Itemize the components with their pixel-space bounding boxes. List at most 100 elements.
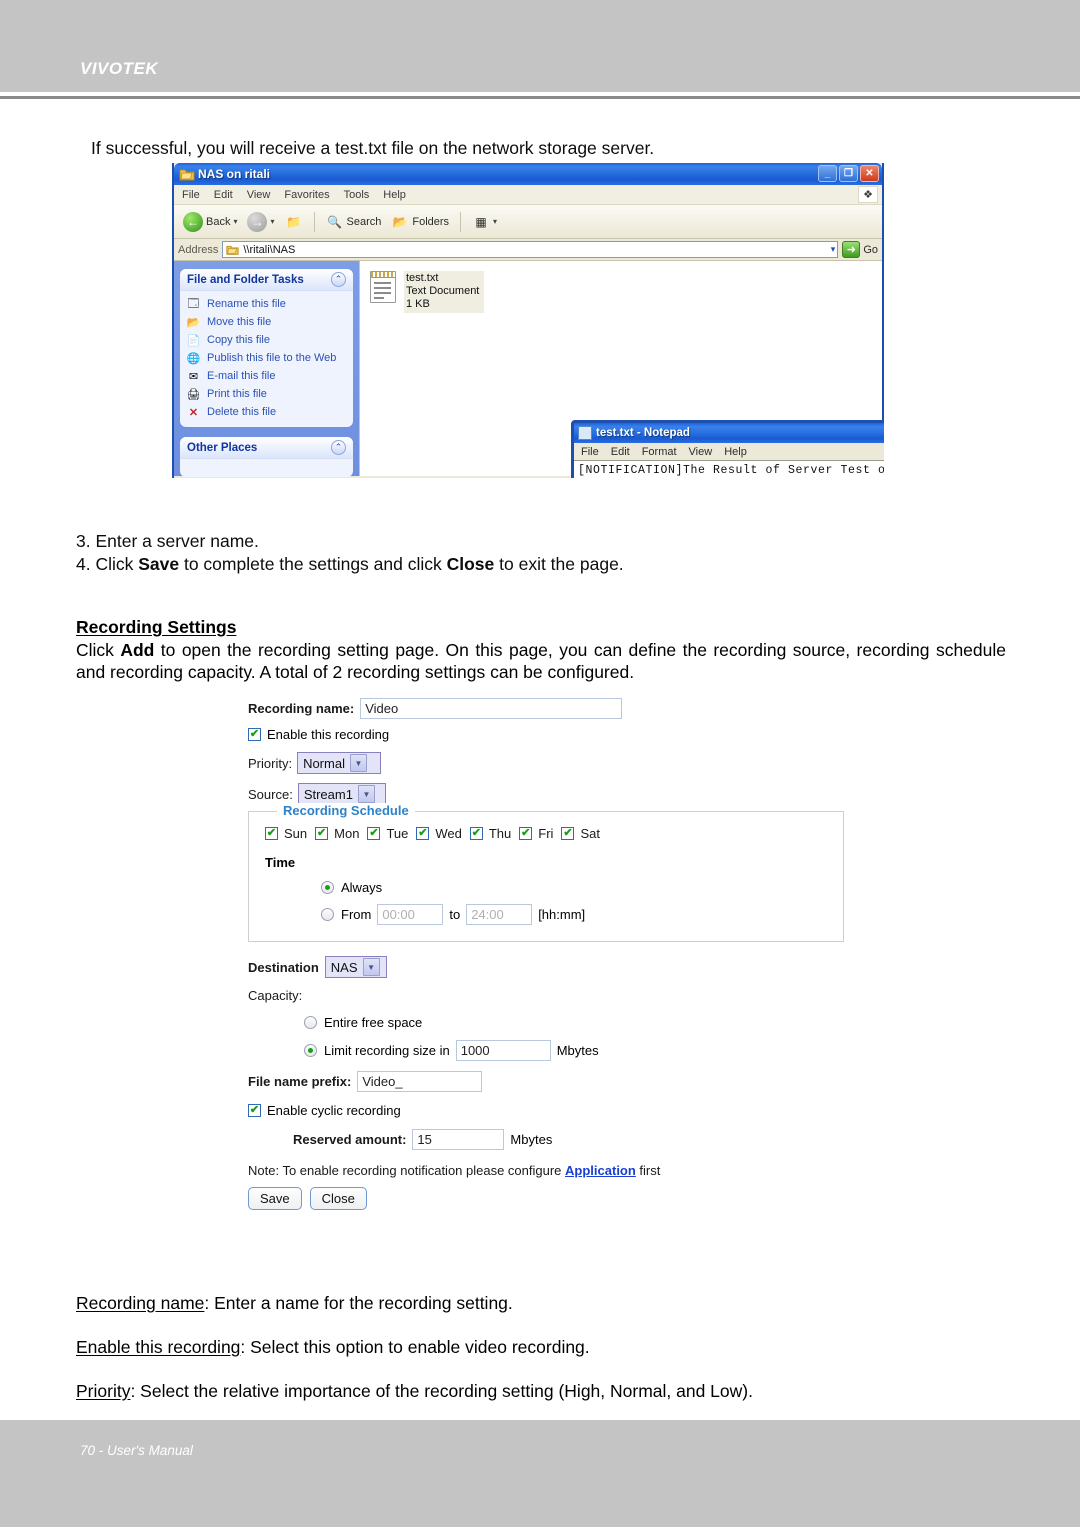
chevron-down-icon[interactable]: ▼ xyxy=(357,785,375,803)
panel-header[interactable]: File and Folder Tasks ⌃ xyxy=(180,269,353,291)
limit-size-option[interactable]: Limit recording size in 1000 Mbytes xyxy=(304,1040,848,1061)
priority-select[interactable]: Normal ▼ xyxy=(297,752,382,774)
day-mon[interactable]: ✔ Mon xyxy=(315,826,359,841)
destination-label: Destination xyxy=(248,959,319,975)
menu-edit[interactable]: Edit xyxy=(214,189,233,201)
menu-file[interactable]: File xyxy=(182,189,200,201)
notepad-menubar[interactable]: File Edit Format View Help xyxy=(574,443,884,460)
menu-tools[interactable]: Tools xyxy=(344,189,370,201)
close-button[interactable]: Close xyxy=(309,1187,367,1210)
save-button[interactable]: Save xyxy=(248,1187,302,1210)
menu-file[interactable]: File xyxy=(581,446,599,458)
go-arrow-icon: ➜ xyxy=(842,241,861,258)
notepad-text-area[interactable]: [NOTIFICATION]The Result of Server Test … xyxy=(574,460,884,478)
day-wed-checkbox[interactable]: ✔ xyxy=(416,827,430,840)
up-button[interactable]: 📁 xyxy=(282,212,306,232)
document-icon xyxy=(578,426,592,440)
collapse-chevron-icon[interactable]: ⌃ xyxy=(331,272,346,287)
copy-icon: 📄 xyxy=(186,334,201,347)
menu-format[interactable]: Format xyxy=(642,446,677,458)
day-thu-checkbox[interactable]: ✔ xyxy=(469,827,483,840)
file-list-item[interactable]: test.txt Text Document 1 KB xyxy=(370,271,485,313)
explorer-toolbar[interactable]: ← Back ▾ → ▾ 📁 🔍 Search 📂 Folders ▦ ▾ xyxy=(174,205,882,239)
task-copy-this-file[interactable]: 📄 Copy this file xyxy=(186,331,347,349)
maximize-icon[interactable]: ❐ xyxy=(839,165,858,182)
minimize-icon[interactable]: _ xyxy=(818,165,837,182)
recording-name-input[interactable]: Video xyxy=(360,698,623,719)
limit-size-radio[interactable] xyxy=(304,1044,317,1057)
close-icon[interactable]: ✕ xyxy=(860,165,879,182)
menu-view[interactable]: View xyxy=(247,189,271,201)
day-tue-checkbox[interactable]: ✔ xyxy=(367,827,381,840)
menu-favorites[interactable]: Favorites xyxy=(284,189,329,201)
task-rename-this-file[interactable]: 🗔 Rename this file xyxy=(186,295,347,313)
chevron-down-icon[interactable]: ▾ xyxy=(493,217,497,226)
day-sat[interactable]: ✔ Sat xyxy=(561,826,600,841)
panel-header[interactable]: Other Places ⌃ xyxy=(180,437,353,459)
from-time-input[interactable]: 00:00 xyxy=(377,904,444,925)
entire-free-space-option[interactable]: Entire free space xyxy=(304,1015,848,1030)
chevron-down-icon[interactable]: ▾ xyxy=(233,217,237,226)
globe-icon: 🌐 xyxy=(186,352,201,365)
day-thu[interactable]: ✔ Thu xyxy=(469,826,512,841)
menu-edit[interactable]: Edit xyxy=(611,446,630,458)
chevron-down-icon[interactable]: ▼ xyxy=(349,754,367,772)
collapse-chevron-icon[interactable]: ⌃ xyxy=(331,440,346,455)
from-to-option[interactable]: From 00:00 to 24:00 [hh:mm] xyxy=(321,904,827,925)
day-label: Sun xyxy=(284,826,308,841)
task-move-this-file[interactable]: 📂 Move this file xyxy=(186,313,347,331)
day-fri[interactable]: ✔ Fri xyxy=(519,826,553,841)
explorer-menubar[interactable]: File Edit View Favorites Tools Help ❖ xyxy=(174,185,882,205)
menu-help[interactable]: Help xyxy=(724,446,747,458)
menu-help[interactable]: Help xyxy=(383,189,406,201)
task-publish-this-file-to-the-web[interactable]: 🌐 Publish this file to the Web xyxy=(186,349,347,367)
entire-free-space-radio[interactable] xyxy=(304,1016,317,1029)
task-email-this-file[interactable]: ✉ E-mail this file xyxy=(186,367,347,385)
chevron-down-icon[interactable]: ▼ xyxy=(362,958,380,976)
source-value: Stream1 xyxy=(303,786,353,802)
file-prefix-input[interactable]: Video_ xyxy=(357,1071,483,1092)
day-label: Thu xyxy=(488,826,512,841)
step4-save-emphasis: Save xyxy=(138,554,180,574)
day-sun[interactable]: ✔ Sun xyxy=(265,826,307,841)
other-places-list xyxy=(180,459,353,469)
day-mon-checkbox[interactable]: ✔ xyxy=(315,827,329,840)
task-delete-this-file[interactable]: ✕ Delete this file xyxy=(186,403,347,421)
explorer-window-controls[interactable]: _ ❐ ✕ xyxy=(818,165,879,182)
day-tue[interactable]: ✔ Tue xyxy=(367,826,408,841)
folder-icon xyxy=(226,245,239,255)
day-label: Fri xyxy=(538,826,554,841)
chevron-down-icon[interactable]: ▾ xyxy=(831,244,836,255)
reserved-amount-input[interactable]: 15 xyxy=(412,1129,505,1150)
cyclic-recording-checkbox[interactable]: ✔ xyxy=(248,1104,261,1117)
to-time-input[interactable]: 24:00 xyxy=(466,904,533,925)
from-to-radio[interactable] xyxy=(321,908,334,921)
task-print-this-file[interactable]: 🖨 Print this file xyxy=(186,385,347,403)
application-link[interactable]: Application xyxy=(565,1163,636,1178)
move-icon: 📂 xyxy=(186,316,201,329)
task-label: Publish this file to the Web xyxy=(207,352,337,364)
day-fri-checkbox[interactable]: ✔ xyxy=(519,827,533,840)
go-button[interactable]: ➜ Go xyxy=(842,241,878,258)
limit-size-input[interactable]: 1000 xyxy=(455,1040,551,1061)
menu-view[interactable]: View xyxy=(689,446,713,458)
day-sun-checkbox[interactable]: ✔ xyxy=(265,827,278,840)
back-button[interactable]: ← Back ▾ xyxy=(180,210,240,234)
always-option[interactable]: Always xyxy=(321,880,827,895)
chevron-down-icon[interactable]: ▾ xyxy=(270,217,274,226)
explorer-address-bar[interactable]: Address \\ritali\NAS ▾ ➜ Go xyxy=(174,239,882,261)
search-button[interactable]: 🔍 Search xyxy=(323,212,385,232)
notepad-titlebar: test.txt - Notepad _ ❐ ✕ xyxy=(574,423,884,443)
enable-recording-checkbox[interactable]: ✔ xyxy=(248,728,261,741)
always-radio[interactable] xyxy=(321,881,334,894)
section-heading-recording-settings: Recording Settings xyxy=(76,617,237,637)
folders-button[interactable]: 📂 Folders xyxy=(388,212,452,232)
views-button[interactable]: ▦ ▾ xyxy=(469,212,500,232)
forward-button[interactable]: → ▾ xyxy=(244,210,277,234)
source-select[interactable]: Stream1 ▼ xyxy=(297,783,386,805)
address-input[interactable]: \\ritali\NAS ▾ xyxy=(222,241,839,258)
destination-select[interactable]: NAS ▼ xyxy=(324,956,387,978)
day-wed[interactable]: ✔ Wed xyxy=(416,826,462,841)
time-label: Time xyxy=(265,855,296,870)
day-sat-checkbox[interactable]: ✔ xyxy=(561,827,575,840)
